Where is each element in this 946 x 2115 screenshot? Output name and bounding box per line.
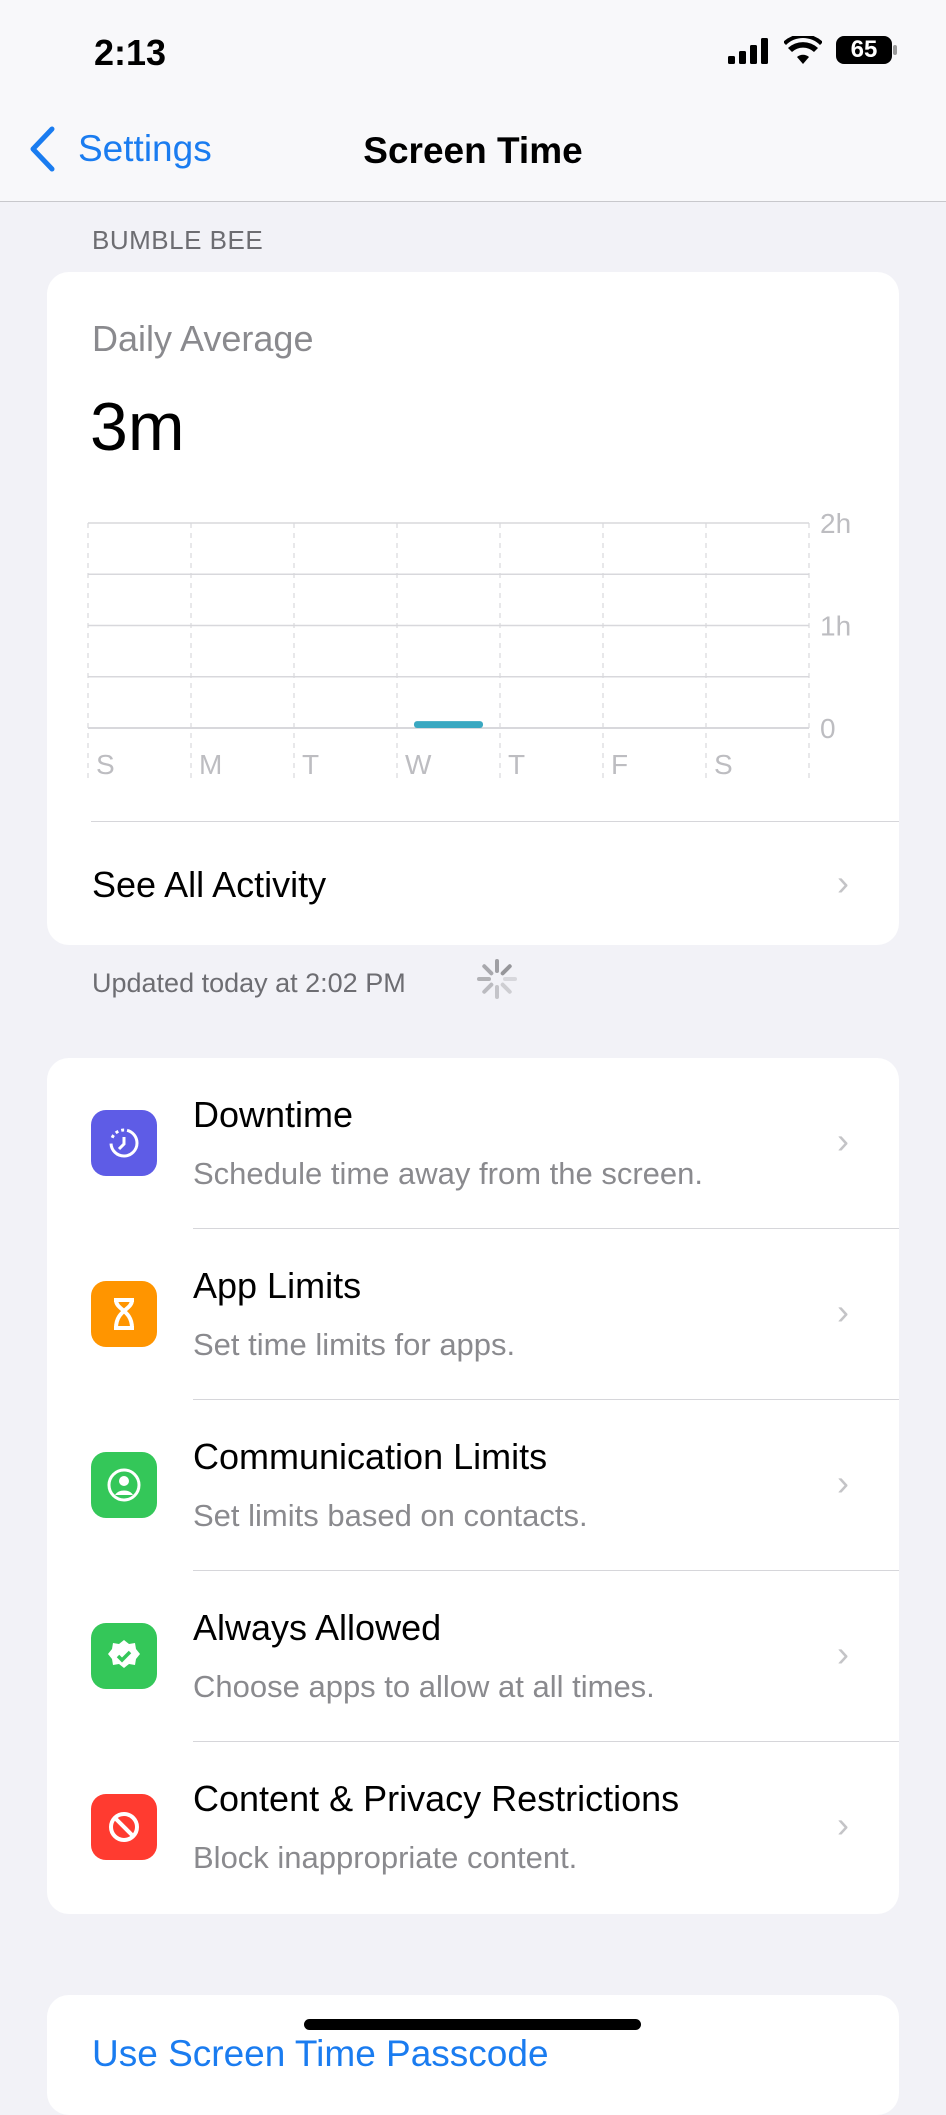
chevron-right-icon: › xyxy=(837,862,849,903)
chevron-right-icon: › xyxy=(837,1804,849,1845)
wifi-icon xyxy=(783,34,823,69)
chevron-right-icon: › xyxy=(837,1633,849,1674)
list-item[interactable]: Always Allowed Choose apps to allow at a… xyxy=(47,1571,899,1742)
daily-average-label: Daily Average xyxy=(92,318,314,359)
list-item[interactable]: Content & Privacy Restrictions Block ina… xyxy=(47,1742,899,1913)
bar-3 xyxy=(414,721,483,728)
status-time: 2:13 xyxy=(94,32,167,73)
passcode-card: Use Screen Time Passcode xyxy=(47,1995,899,2115)
y-tick-label: 2h xyxy=(820,508,851,539)
item-subtitle: Block inappropriate content. xyxy=(193,1840,578,1875)
item-title: Always Allowed xyxy=(193,1607,442,1648)
item-subtitle: Set limits based on contacts. xyxy=(193,1498,588,1533)
item-title: Content & Privacy Restrictions xyxy=(193,1778,680,1819)
item-subtitle: Choose apps to allow at all times. xyxy=(193,1669,655,1704)
day-label: T xyxy=(302,749,319,780)
day-label: M xyxy=(199,749,222,780)
y-tick-label: 0 xyxy=(820,713,836,744)
prohibited-icon xyxy=(91,1794,157,1860)
daily-average-value: 3m xyxy=(90,389,185,465)
usage-chart[interactable]: S M T W T F S 2h 1h 0 xyxy=(80,500,880,800)
list-item[interactable]: App Limits Set time limits for apps. › xyxy=(47,1229,899,1400)
see-all-activity-label: See All Activity xyxy=(92,864,327,905)
home-indicator xyxy=(304,2019,641,2030)
chevron-right-icon: › xyxy=(837,1120,849,1161)
checkmark-seal-icon xyxy=(91,1623,157,1689)
hourglass-icon xyxy=(91,1281,157,1347)
settings-list-card: Downtime Schedule time away from the scr… xyxy=(47,1058,899,1914)
cellular-signal-icon xyxy=(728,38,770,69)
see-all-activity-row[interactable]: See All Activity › xyxy=(47,822,899,945)
list-item[interactable]: Downtime Schedule time away from the scr… xyxy=(47,1058,899,1229)
item-subtitle: Schedule time away from the screen. xyxy=(193,1156,704,1191)
battery-indicator: 65 xyxy=(836,36,892,64)
item-title: Communication Limits xyxy=(193,1436,548,1477)
day-label: T xyxy=(508,749,525,780)
day-label: S xyxy=(714,749,733,780)
day-label: W xyxy=(405,749,432,780)
chevron-right-icon: › xyxy=(837,1462,849,1503)
page-title: Screen Time xyxy=(363,130,583,171)
item-title: App Limits xyxy=(193,1265,362,1306)
y-tick-label: 1h xyxy=(820,611,851,642)
downtime-icon xyxy=(91,1110,157,1176)
day-label: S xyxy=(96,749,115,780)
updated-status: Updated today at 2:02 PM xyxy=(92,968,406,998)
day-label: F xyxy=(611,749,628,780)
chevron-right-icon: › xyxy=(837,1291,849,1332)
use-passcode-link[interactable]: Use Screen Time Passcode xyxy=(92,2033,549,2075)
item-subtitle: Set time limits for apps. xyxy=(193,1327,516,1362)
battery-tip xyxy=(893,45,897,55)
person-circle-icon xyxy=(91,1452,157,1518)
loading-spinner-icon xyxy=(474,956,520,1007)
list-item[interactable]: Communication Limits Set limits based on… xyxy=(47,1400,899,1571)
section-header: BUMBLE BEE xyxy=(92,225,264,255)
item-title: Downtime xyxy=(193,1094,354,1135)
